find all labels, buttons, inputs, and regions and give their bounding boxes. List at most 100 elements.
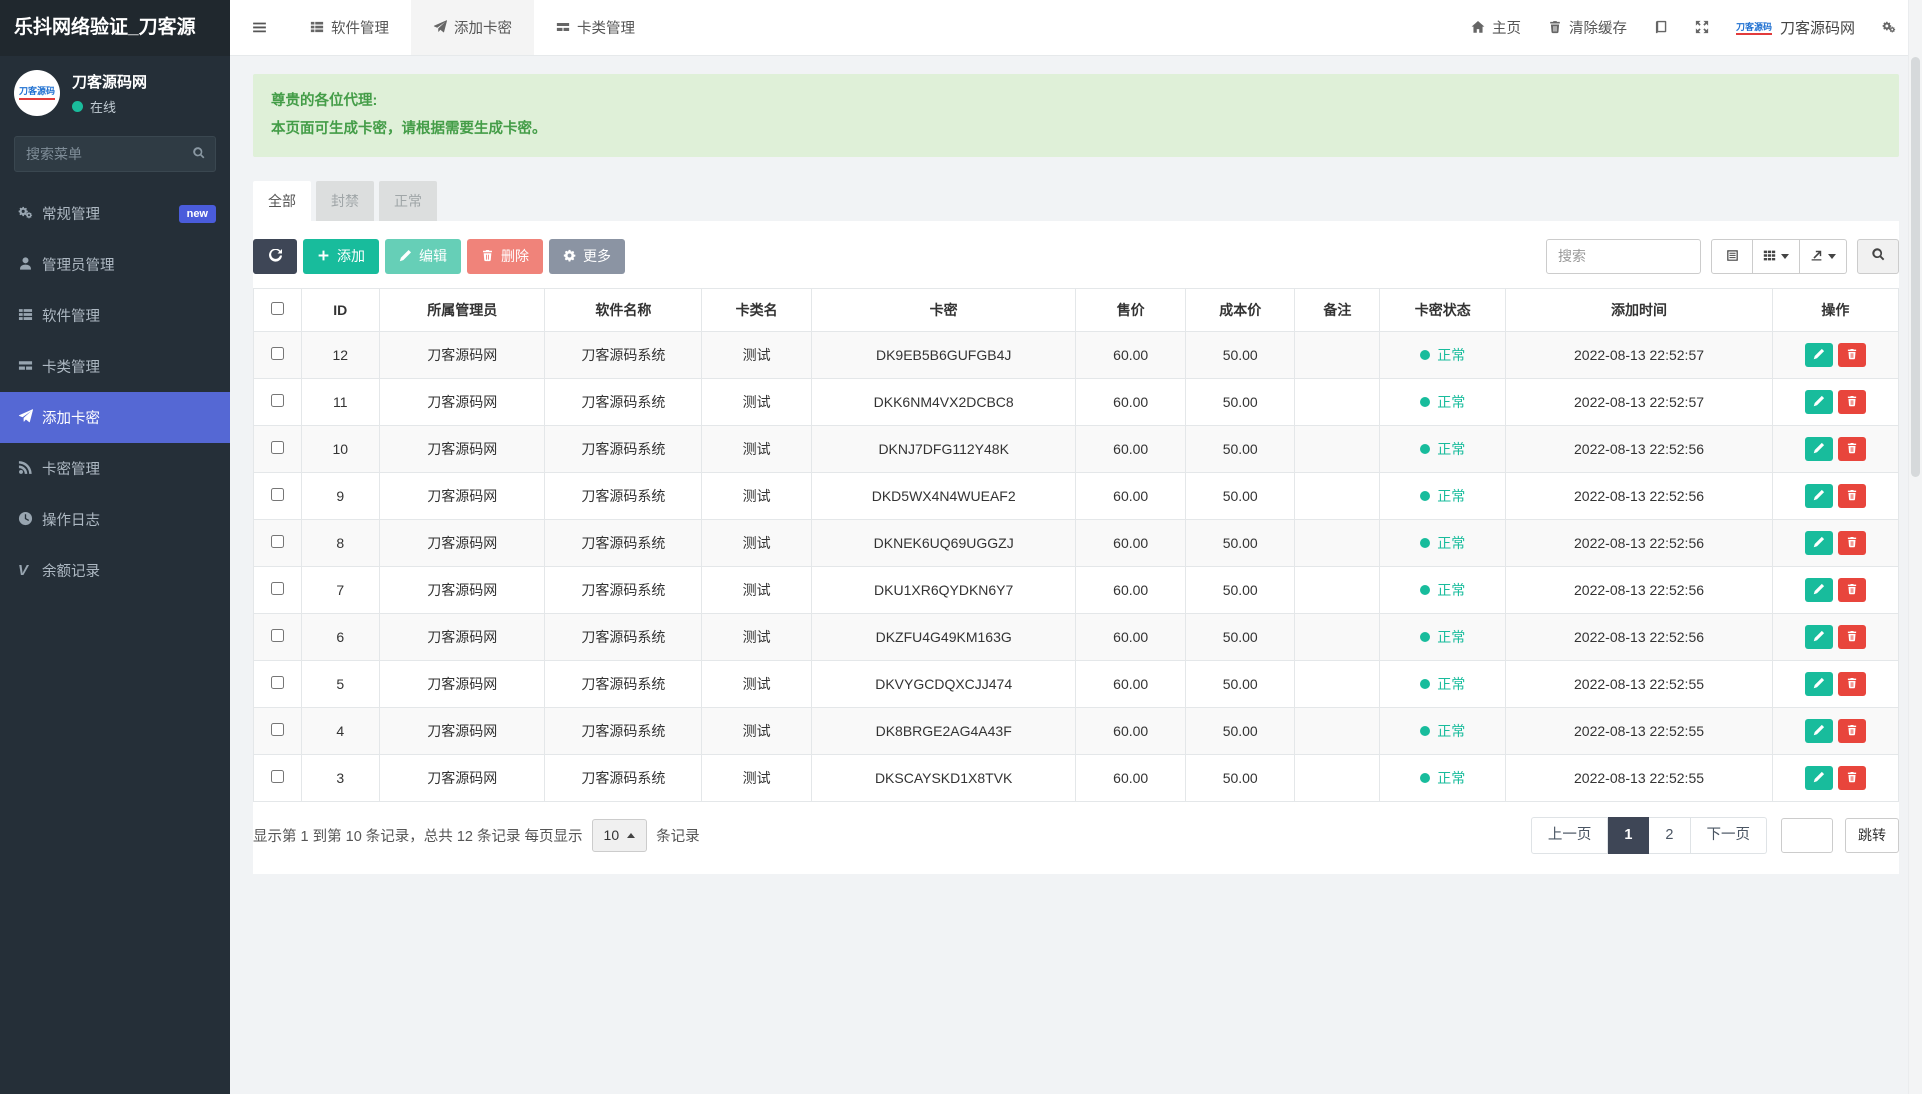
- row-edit-button[interactable]: [1804, 718, 1833, 743]
- row-checkbox[interactable]: [270, 581, 284, 595]
- select-all-checkbox[interactable]: [270, 301, 284, 315]
- row-checkbox[interactable]: [270, 440, 284, 454]
- search-button[interactable]: [1857, 238, 1899, 274]
- columns-button[interactable]: [1753, 238, 1800, 274]
- row-delete-button[interactable]: [1837, 483, 1866, 508]
- row-checkbox[interactable]: [270, 722, 284, 736]
- row-edit-button[interactable]: [1804, 530, 1833, 555]
- row-delete-button[interactable]: [1837, 624, 1866, 649]
- jump-button[interactable]: 跳转: [1845, 817, 1899, 853]
- row-edit-button[interactable]: [1804, 389, 1833, 414]
- row-edit-button[interactable]: [1804, 577, 1833, 602]
- clear-cache-link[interactable]: 清除缓存: [1548, 17, 1627, 38]
- row-checkbox[interactable]: [270, 534, 284, 548]
- filter-tab-banned[interactable]: 封禁: [316, 180, 374, 221]
- sidebar-item-admins[interactable]: 管理员管理: [0, 239, 230, 290]
- cell-id: 9: [300, 471, 381, 520]
- sidebar-item-general[interactable]: 常规管理 new: [0, 188, 230, 239]
- row-delete-button[interactable]: [1837, 577, 1866, 602]
- pencil-icon: [1813, 536, 1825, 550]
- cell-cost: 50.00: [1184, 753, 1296, 802]
- tab-add-cards[interactable]: 添加卡密: [411, 0, 534, 55]
- sidebar-item-card-types[interactable]: 卡类管理: [0, 341, 230, 392]
- page-next[interactable]: 下一页: [1690, 816, 1767, 854]
- tab-card-types[interactable]: 卡类管理: [534, 0, 657, 55]
- row-checkbox[interactable]: [270, 346, 284, 360]
- status-label: 正常: [1437, 581, 1466, 598]
- jump-page-input[interactable]: [1781, 817, 1833, 853]
- menu-search-input[interactable]: [14, 136, 216, 172]
- cell-software: 刀客源码系统: [544, 471, 703, 520]
- scrollbar-thumb[interactable]: [1911, 57, 1920, 477]
- sidebar-item-software[interactable]: 软件管理: [0, 290, 230, 341]
- caret-down-icon: [1781, 253, 1789, 259]
- user-name: 刀客源码网: [72, 73, 148, 91]
- row-edit-button[interactable]: [1804, 483, 1833, 508]
- avatar[interactable]: 刀客源码: [14, 70, 60, 116]
- trash-icon: [1846, 630, 1858, 644]
- settings-button[interactable]: [1882, 20, 1896, 36]
- edit-button[interactable]: 编辑: [385, 238, 461, 274]
- row-select-cell: [253, 659, 302, 708]
- row-checkbox[interactable]: [270, 393, 284, 407]
- cell-id: 12: [300, 330, 381, 379]
- column-header: 软件名称: [544, 287, 703, 332]
- status-dot-icon: [1420, 772, 1431, 783]
- hamburger-icon[interactable]: [230, 0, 288, 55]
- user-status: 在线: [72, 97, 147, 116]
- home-link[interactable]: 主页: [1471, 17, 1521, 38]
- tab-software[interactable]: 软件管理: [288, 0, 411, 55]
- row-delete-button[interactable]: [1837, 765, 1866, 790]
- page-2[interactable]: 2: [1649, 816, 1691, 854]
- status-dot-icon: [1420, 537, 1431, 548]
- refresh-button[interactable]: [253, 238, 297, 274]
- row-delete-button[interactable]: [1837, 671, 1866, 696]
- cell-actions: [1771, 471, 1900, 520]
- row-delete-button[interactable]: [1837, 436, 1866, 461]
- home-icon: [1471, 20, 1485, 36]
- row-checkbox[interactable]: [270, 628, 284, 642]
- cell-cost: 50.00: [1184, 330, 1296, 379]
- page-1[interactable]: 1: [1608, 816, 1650, 854]
- more-button[interactable]: 更多: [549, 238, 625, 274]
- row-edit-button[interactable]: [1804, 342, 1833, 367]
- sidebar-menu: 常规管理 new 管理员管理 软件管理 卡类管理 添加卡密 卡密管理 操作日志 V 余额记录: [0, 188, 230, 596]
- cell-cost: 50.00: [1184, 565, 1296, 614]
- detail-view-button[interactable]: [1711, 238, 1753, 274]
- row-delete-button[interactable]: [1837, 718, 1866, 743]
- delete-button[interactable]: 删除: [467, 238, 543, 274]
- table-search-input[interactable]: [1546, 238, 1701, 274]
- cell-card-type: 测试: [701, 565, 812, 614]
- row-edit-button[interactable]: [1804, 765, 1833, 790]
- export-button[interactable]: [1800, 238, 1847, 274]
- fullscreen-button[interactable]: [1695, 20, 1709, 36]
- add-button[interactable]: 添加: [303, 238, 379, 274]
- sidebar-item-add-cards[interactable]: 添加卡密: [0, 392, 230, 443]
- sidebar-item-card-keys[interactable]: 卡密管理: [0, 443, 230, 494]
- row-edit-button[interactable]: [1804, 624, 1833, 649]
- card-keys-table: ID 所属管理员 软件名称 卡类名 卡密 售价 成本价 备注 卡密状态 添加时间 操作 12 刀客源码…: [253, 287, 1900, 802]
- row-edit-button[interactable]: [1804, 436, 1833, 461]
- cell-cost: 50.00: [1184, 424, 1296, 473]
- docs-button[interactable]: [1654, 20, 1668, 36]
- site-logo[interactable]: 刀客源码 刀客源码网: [1735, 17, 1855, 38]
- row-delete-button[interactable]: [1837, 530, 1866, 555]
- pagination-controls: 上一页 1 2 下一页 跳转: [1530, 816, 1899, 854]
- page-content: 尊贵的各位代理: 本页面可生成卡密，请根据需要生成卡密。 全部 封禁 正常 添加 编…: [230, 56, 1922, 874]
- page-prev[interactable]: 上一页: [1530, 816, 1609, 854]
- status-dot-icon: [1420, 443, 1431, 454]
- filter-tab-all[interactable]: 全部: [253, 180, 311, 221]
- online-dot-icon: [72, 100, 83, 112]
- row-checkbox[interactable]: [270, 675, 284, 689]
- row-edit-button[interactable]: [1804, 671, 1833, 696]
- scrollbar[interactable]: [1908, 0, 1922, 1094]
- row-delete-button[interactable]: [1837, 389, 1866, 414]
- filter-tab-normal[interactable]: 正常: [379, 180, 437, 221]
- sidebar-item-balance[interactable]: V 余额记录: [0, 545, 230, 596]
- status-dot-icon: [1420, 678, 1431, 689]
- row-delete-button[interactable]: [1837, 342, 1866, 367]
- sidebar-item-logs[interactable]: 操作日志: [0, 494, 230, 545]
- page-size-select[interactable]: 10: [591, 818, 648, 852]
- row-checkbox[interactable]: [270, 769, 284, 783]
- row-checkbox[interactable]: [270, 487, 284, 501]
